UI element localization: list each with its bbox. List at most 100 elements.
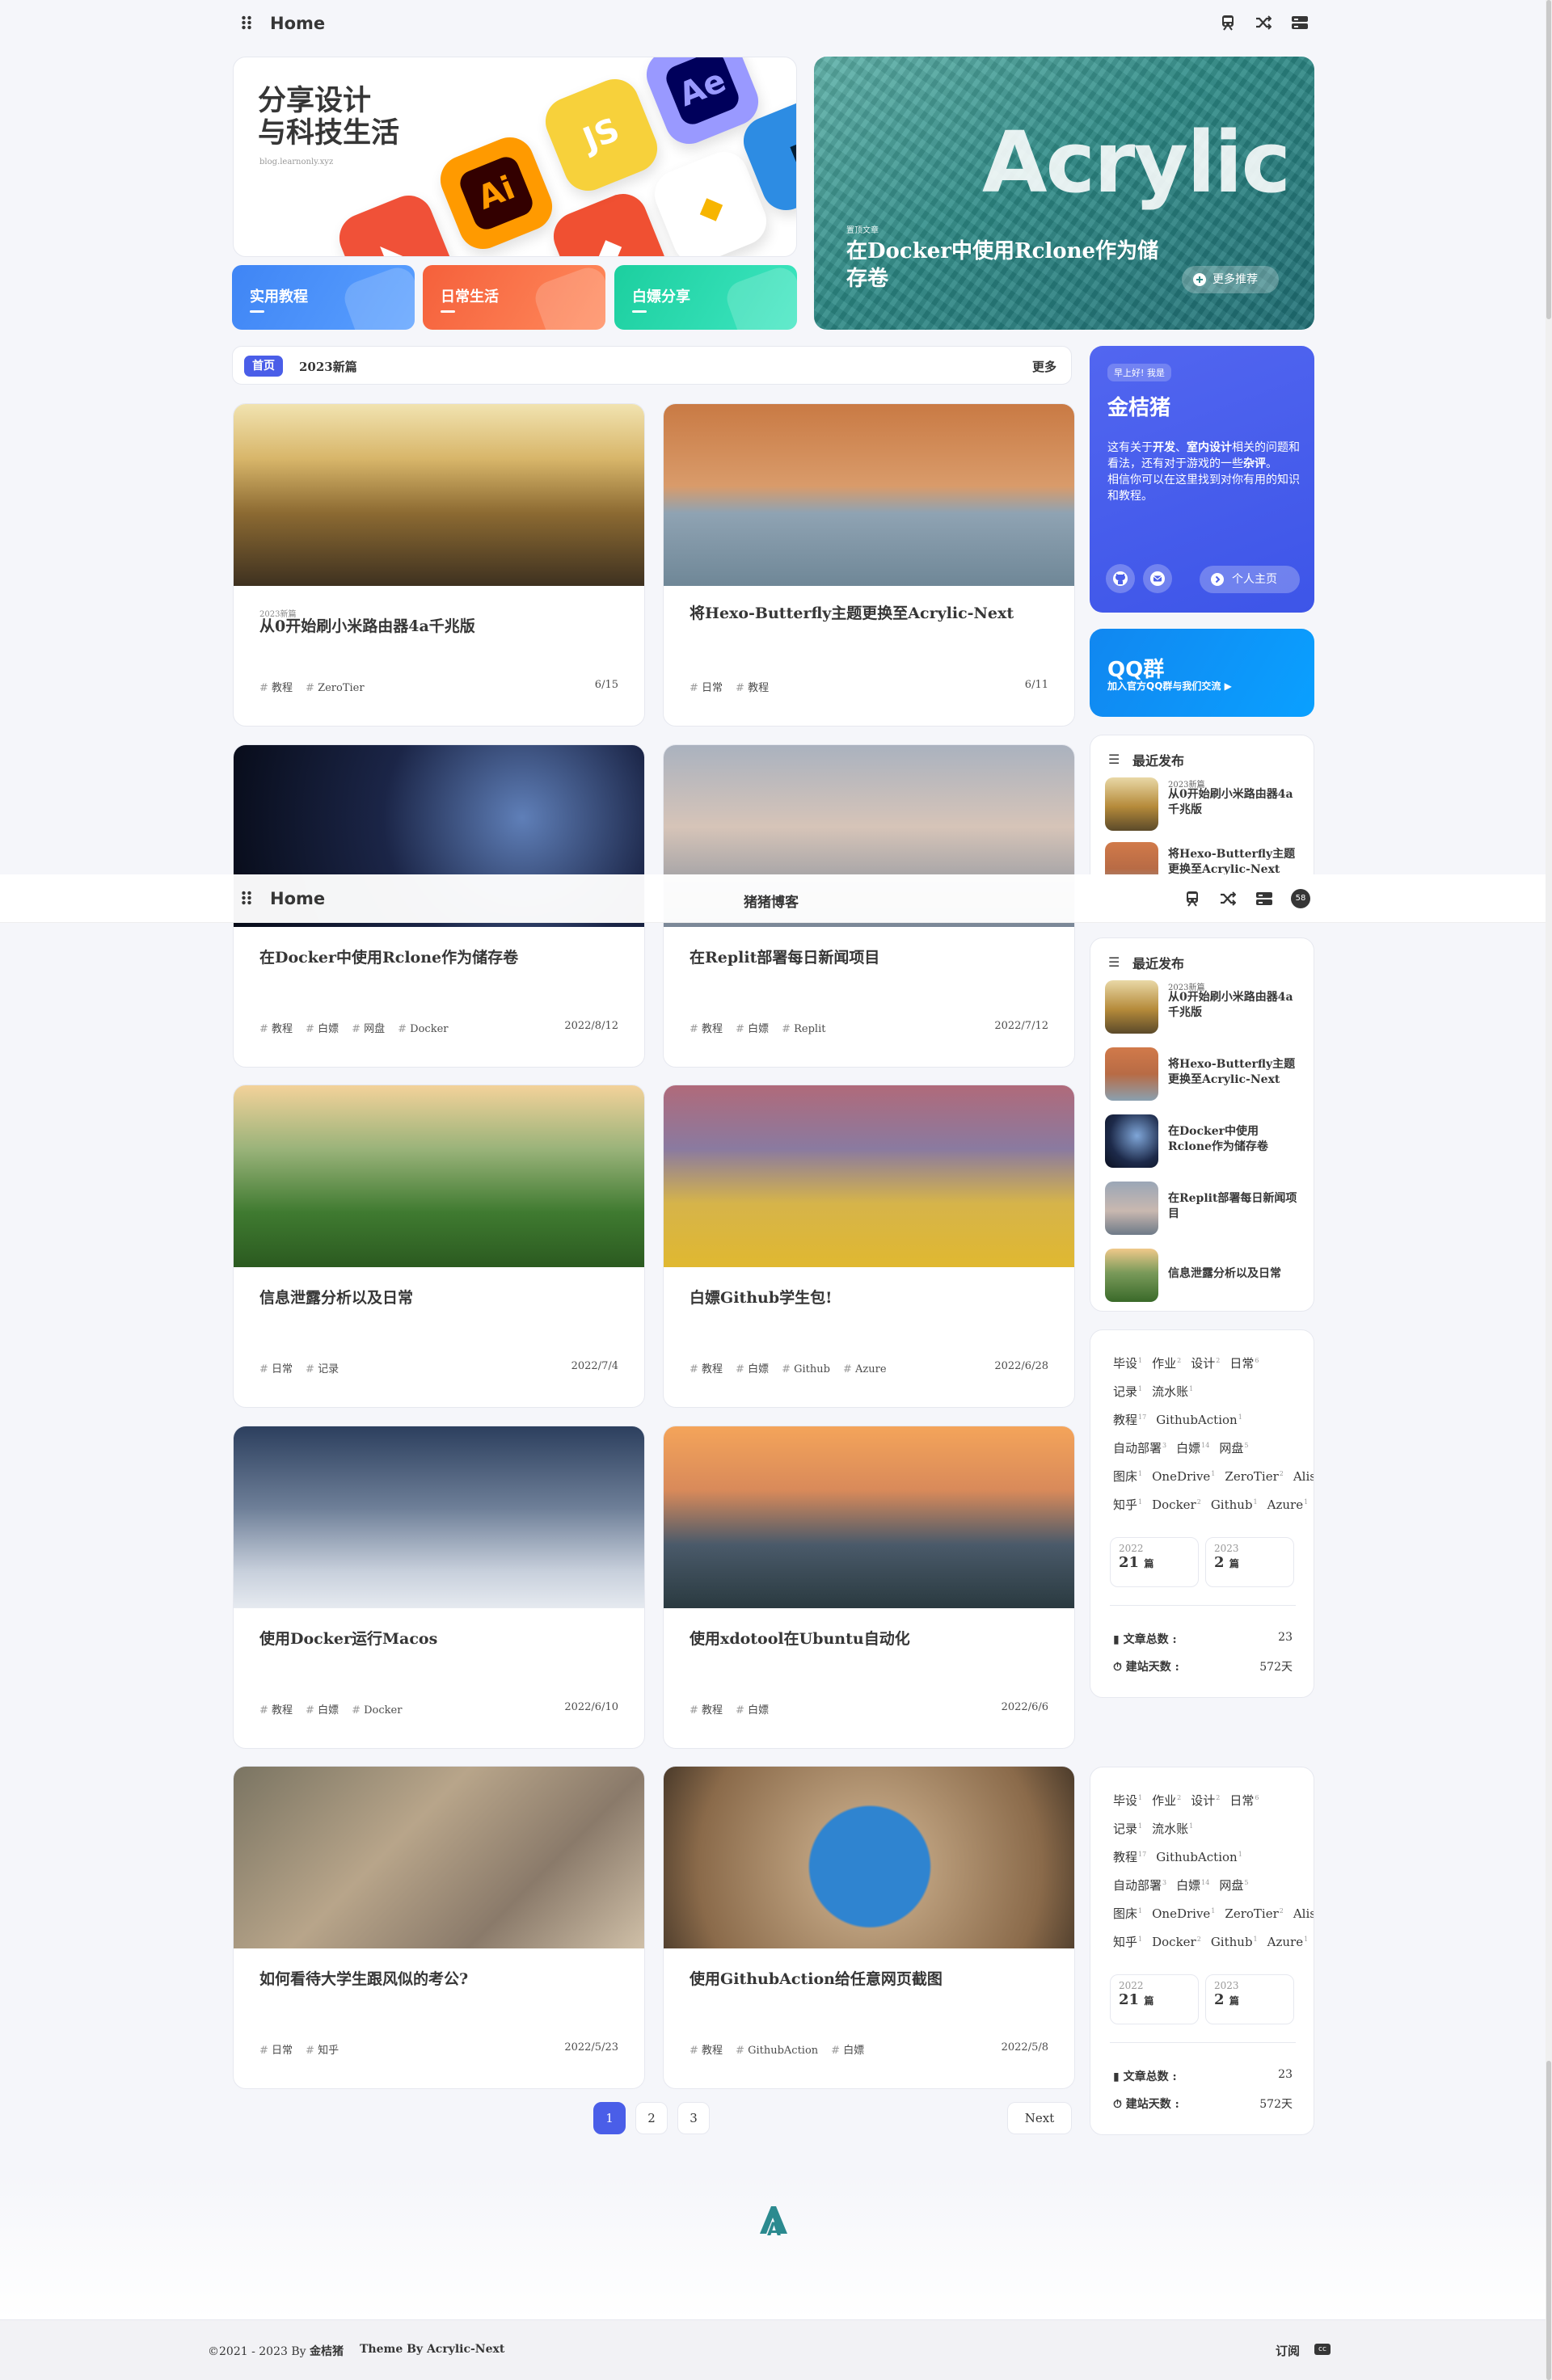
- post-tag[interactable]: 教程: [690, 1704, 723, 1717]
- tag-link[interactable]: Docker2: [1152, 1935, 1201, 1949]
- recent-item[interactable]: 在Replit部署每日新闻项目: [1105, 1182, 1307, 1236]
- tag-link[interactable]: Github1: [1211, 1498, 1258, 1512]
- post-tag[interactable]: 教程: [259, 682, 293, 694]
- tag-link[interactable]: 毕设1: [1113, 1793, 1142, 1808]
- tag-link[interactable]: 流水账1: [1152, 1822, 1193, 1836]
- tag-link[interactable]: 图床1: [1113, 1906, 1142, 1921]
- post-card[interactable]: 使用Docker运行Macos 教程白嫖 Docker 2022/6/10: [233, 1426, 645, 1749]
- tag-link[interactable]: Azure1: [1267, 1498, 1309, 1512]
- post-cover-image[interactable]: [664, 1085, 1074, 1267]
- tag-link[interactable]: ZeroTier2: [1225, 1469, 1283, 1484]
- category-freebie[interactable]: 白嫖分享: [614, 265, 797, 330]
- post-tag[interactable]: 教程: [736, 682, 769, 694]
- tag-link[interactable]: 日常6: [1229, 1356, 1259, 1371]
- page-2-button[interactable]: 2: [635, 2102, 668, 2134]
- post-tag[interactable]: Docker: [352, 1704, 402, 1717]
- train-icon[interactable]: [1221, 15, 1235, 31]
- recent-item[interactable]: 信息泄露分析以及日常: [1105, 1249, 1307, 1304]
- post-title[interactable]: 在Replit部署每日新闻项目: [690, 947, 1045, 968]
- tab-2023-new[interactable]: 2023新篇: [299, 358, 357, 375]
- tag-link[interactable]: 日常6: [1229, 1793, 1259, 1808]
- archive-year-2023[interactable]: 2023 2 篇: [1205, 1537, 1294, 1587]
- post-tag[interactable]: GithubAction: [736, 2045, 818, 2057]
- post-card[interactable]: 信息泄露分析以及日常日常 记录 2022/7/4: [233, 1085, 645, 1408]
- tag-link[interactable]: 网盘5: [1219, 1441, 1248, 1455]
- footer-author-link[interactable]: 金桔猪: [310, 2345, 344, 2358]
- shuffle-icon[interactable]: [1220, 891, 1236, 906]
- tag-link[interactable]: 记录1: [1113, 1822, 1142, 1836]
- storage-icon[interactable]: [1256, 892, 1272, 905]
- post-tag[interactable]: 知乎: [306, 2045, 339, 2057]
- tag-link[interactable]: 毕设1: [1113, 1356, 1142, 1371]
- post-title[interactable]: 信息泄露分析以及日常: [259, 1287, 615, 1308]
- post-title[interactable]: 从0开始刷小米路由器4a千兆版: [259, 616, 615, 637]
- post-tag[interactable]: Azure: [843, 1363, 887, 1375]
- post-tag[interactable]: Docker: [398, 1023, 448, 1035]
- page-3-button[interactable]: 3: [677, 2102, 710, 2134]
- tag-link[interactable]: Docker2: [1152, 1498, 1201, 1512]
- post-title[interactable]: 使用GithubAction给任意网页截图: [690, 1969, 1045, 1990]
- tab-home[interactable]: 首页: [244, 356, 283, 377]
- qq-group-card[interactable]: QQ群 加入官方QQ群与我们交流 ▶: [1090, 629, 1314, 717]
- tag-link[interactable]: 图床1: [1113, 1469, 1142, 1484]
- post-tag[interactable]: 记录: [306, 1363, 339, 1375]
- train-icon[interactable]: [1185, 891, 1200, 907]
- site-title[interactable]: 猪猪博客: [744, 891, 799, 911]
- category-tutorial[interactable]: 实用教程: [232, 265, 415, 330]
- tag-link[interactable]: 自动部署3: [1113, 1878, 1166, 1893]
- tag-link[interactable]: OneDrive1: [1152, 1469, 1215, 1484]
- hero-banner[interactable]: 分享设计 与科技生活 blog.learnonly.xyz ◣ Ai ◆ JS …: [233, 57, 797, 257]
- recent-item[interactable]: 将Hexo-Butterfly主题更换至Acrylic-Next: [1105, 842, 1307, 874]
- tag-link[interactable]: GithubAction1: [1156, 1850, 1242, 1864]
- next-page-button[interactable]: Next: [1007, 2102, 1072, 2134]
- subscribe-link[interactable]: 订阅: [1276, 2342, 1300, 2359]
- archive-year-2023[interactable]: 2023 2 篇: [1205, 1974, 1294, 2024]
- post-cover-image[interactable]: [664, 1767, 1074, 1948]
- tag-link[interactable]: GithubAction1: [1156, 1413, 1242, 1427]
- post-tag[interactable]: 白嫖: [736, 1023, 769, 1035]
- tag-link[interactable]: 流水账1: [1152, 1384, 1193, 1399]
- post-tag[interactable]: 教程: [259, 1023, 293, 1035]
- featured-post-banner[interactable]: Acrylic 置顶文章 在Docker中使用Rclone作为储 存卷 更多推荐: [814, 57, 1314, 330]
- tag-link[interactable]: 自动部署3: [1113, 1441, 1166, 1455]
- tag-link[interactable]: 设计2: [1191, 1356, 1220, 1371]
- tag-link[interactable]: 白嫖14: [1176, 1878, 1209, 1893]
- menu-grid-icon[interactable]: [241, 15, 252, 30]
- post-tag[interactable]: 教程: [259, 1704, 293, 1717]
- post-tag[interactable]: 教程: [690, 1363, 723, 1375]
- post-tag[interactable]: 白嫖: [736, 1363, 769, 1375]
- post-title[interactable]: 如何看待大学生跟风似的考公?: [259, 1969, 615, 1990]
- archive-year-2022[interactable]: 2022 21 篇: [1110, 1974, 1199, 2024]
- post-tag[interactable]: 日常: [259, 2045, 293, 2057]
- post-title[interactable]: 将Hexo-Butterfly主题更换至Acrylic-Next: [690, 603, 1045, 624]
- tag-link[interactable]: 作业2: [1152, 1356, 1181, 1371]
- menu-grid-icon[interactable]: [241, 891, 252, 905]
- tag-link[interactable]: Alist1: [1293, 1469, 1314, 1484]
- tag-link[interactable]: 白嫖14: [1176, 1441, 1209, 1455]
- tag-link[interactable]: 记录1: [1113, 1384, 1142, 1399]
- tag-link[interactable]: Azure1: [1267, 1935, 1309, 1949]
- post-cover-image[interactable]: [664, 404, 1074, 586]
- post-card[interactable]: 2023新篇从0开始刷小米路由器4a千兆版教程ZeroTier6/15: [233, 403, 645, 727]
- scrollbar-thumb-lower[interactable]: [1546, 2061, 1551, 2380]
- archive-year-2022[interactable]: 2022 21 篇: [1110, 1537, 1199, 1587]
- tag-link[interactable]: 知乎1: [1113, 1498, 1142, 1512]
- post-tag[interactable]: 网盘: [352, 1023, 385, 1035]
- post-title[interactable]: 使用Docker运行Macos: [259, 1628, 615, 1649]
- email-icon[interactable]: [1143, 564, 1172, 593]
- tag-link[interactable]: OneDrive1: [1152, 1906, 1215, 1921]
- post-tag[interactable]: ZeroTier: [306, 682, 365, 694]
- tag-link[interactable]: Github1: [1211, 1935, 1258, 1949]
- storage-icon[interactable]: [1292, 16, 1308, 29]
- post-card[interactable]: 如何看待大学生跟风似的考公? 日常 知乎 2022/5/23: [233, 1766, 645, 2089]
- scroll-percent-badge[interactable]: 58: [1291, 889, 1310, 908]
- category-daily-life[interactable]: 日常生活: [423, 265, 605, 330]
- scrollbar-thumb[interactable]: [1546, 0, 1551, 319]
- tag-link[interactable]: 作业2: [1152, 1793, 1181, 1808]
- post-tag[interactable]: 白嫖: [831, 2045, 864, 2057]
- post-cover-image[interactable]: [234, 404, 644, 586]
- post-tag[interactable]: 日常: [259, 1363, 293, 1375]
- post-tag[interactable]: 教程: [690, 2045, 723, 2057]
- theme-link[interactable]: Theme By Acrylic-Next: [360, 2343, 504, 2356]
- nav-home-link[interactable]: Home: [270, 889, 325, 908]
